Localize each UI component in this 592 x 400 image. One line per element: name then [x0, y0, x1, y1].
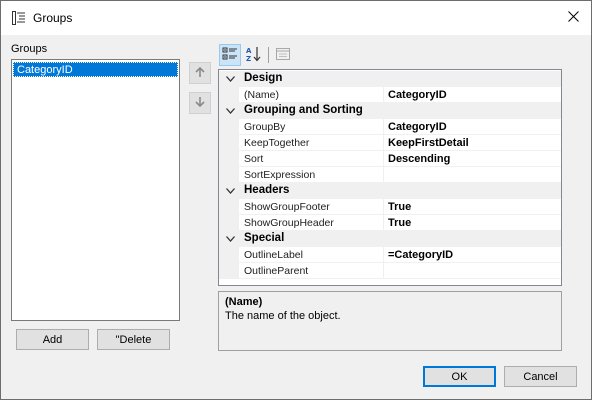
category-label: Headers — [244, 184, 290, 196]
cancel-button[interactable]: Cancel — [504, 366, 577, 387]
property-name: (Name) — [239, 87, 384, 103]
property-row[interactable]: KeepTogether KeepFirstDetail — [219, 135, 561, 151]
description-title: (Name) — [225, 296, 263, 308]
arrow-up-icon — [194, 66, 206, 81]
row-gutter — [219, 151, 239, 167]
row-gutter — [219, 247, 239, 263]
category-special[interactable]: Special — [219, 231, 561, 247]
property-value[interactable]: =CategoryID — [384, 247, 561, 263]
groups-label: Groups — [11, 43, 48, 55]
chevron-down-icon[interactable] — [222, 103, 238, 119]
property-row[interactable]: GroupBy CategoryID — [219, 119, 561, 135]
property-row[interactable]: OutlineLabel =CategoryID — [219, 247, 561, 263]
move-down-button[interactable] — [189, 92, 211, 114]
property-value[interactable] — [384, 263, 561, 279]
property-value[interactable]: True — [384, 215, 561, 231]
title-bar: Groups — [1, 1, 591, 35]
category-label: Special — [244, 232, 285, 244]
toolbar-separator — [268, 47, 269, 63]
property-row[interactable]: SortExpression — [219, 167, 561, 183]
property-name: GroupBy — [239, 119, 384, 135]
property-value[interactable] — [384, 167, 561, 183]
row-gutter — [219, 87, 239, 103]
property-name: OutlineParent — [239, 263, 384, 279]
property-row[interactable]: Sort Descending — [219, 151, 561, 167]
property-pages-button[interactable] — [272, 44, 294, 66]
property-value[interactable]: Descending — [384, 151, 561, 167]
groups-icon — [12, 11, 26, 25]
row-gutter — [219, 215, 239, 231]
property-row[interactable]: OutlineParent — [219, 263, 561, 279]
property-row[interactable]: ShowGroupFooter True — [219, 199, 561, 215]
property-value[interactable]: True — [384, 199, 561, 215]
close-icon — [567, 11, 579, 25]
groups-dialog: Groups Groups CategoryID Add "Delete A Z… — [0, 0, 592, 400]
category-label: Design — [244, 72, 283, 84]
property-pages-icon — [275, 46, 291, 65]
row-gutter — [219, 263, 239, 279]
chevron-down-icon[interactable] — [222, 71, 238, 87]
alphabetical-button[interactable]: A Z — [243, 44, 265, 66]
row-gutter — [219, 167, 239, 183]
property-value[interactable]: CategoryID — [384, 87, 561, 103]
row-gutter — [219, 119, 239, 135]
arrow-down-icon — [194, 96, 206, 111]
property-name: SortExpression — [239, 167, 384, 183]
property-name: OutlineLabel — [239, 247, 384, 263]
categorized-button[interactable] — [219, 44, 241, 66]
category-label: Grouping and Sorting — [244, 104, 363, 116]
property-name: KeepTogether — [239, 135, 384, 151]
sort-az-icon: A Z — [245, 45, 263, 66]
window-title: Groups — [33, 11, 73, 25]
property-grid: Design (Name) CategoryID Grouping and So… — [218, 69, 562, 286]
property-name: ShowGroupHeader — [239, 215, 384, 231]
delete-button[interactable]: "Delete — [97, 329, 170, 350]
add-button[interactable]: Add — [16, 329, 89, 350]
property-value[interactable]: CategoryID — [384, 119, 561, 135]
close-button[interactable] — [555, 1, 591, 35]
categorized-icon — [222, 46, 238, 65]
description-panel: (Name) The name of the object. — [218, 291, 562, 351]
move-up-button[interactable] — [189, 62, 211, 84]
row-gutter — [219, 135, 239, 151]
chevron-down-icon[interactable] — [222, 183, 238, 199]
svg-text:Z: Z — [246, 55, 251, 63]
property-row[interactable]: ShowGroupHeader True — [219, 215, 561, 231]
category-headers[interactable]: Headers — [219, 183, 561, 199]
property-row[interactable]: (Name) CategoryID — [219, 87, 561, 103]
category-design[interactable]: Design — [219, 71, 561, 87]
property-name: ShowGroupFooter — [239, 199, 384, 215]
groups-list[interactable]: CategoryID — [11, 59, 180, 321]
property-name: Sort — [239, 151, 384, 167]
svg-text:A: A — [246, 47, 252, 55]
row-gutter — [219, 199, 239, 215]
ok-button[interactable]: OK — [423, 366, 496, 387]
category-grouping-and-sorting[interactable]: Grouping and Sorting — [219, 103, 561, 119]
description-text: The name of the object. — [225, 310, 341, 322]
property-value[interactable]: KeepFirstDetail — [384, 135, 561, 151]
chevron-down-icon[interactable] — [222, 231, 238, 247]
list-item[interactable]: CategoryID — [13, 62, 178, 77]
